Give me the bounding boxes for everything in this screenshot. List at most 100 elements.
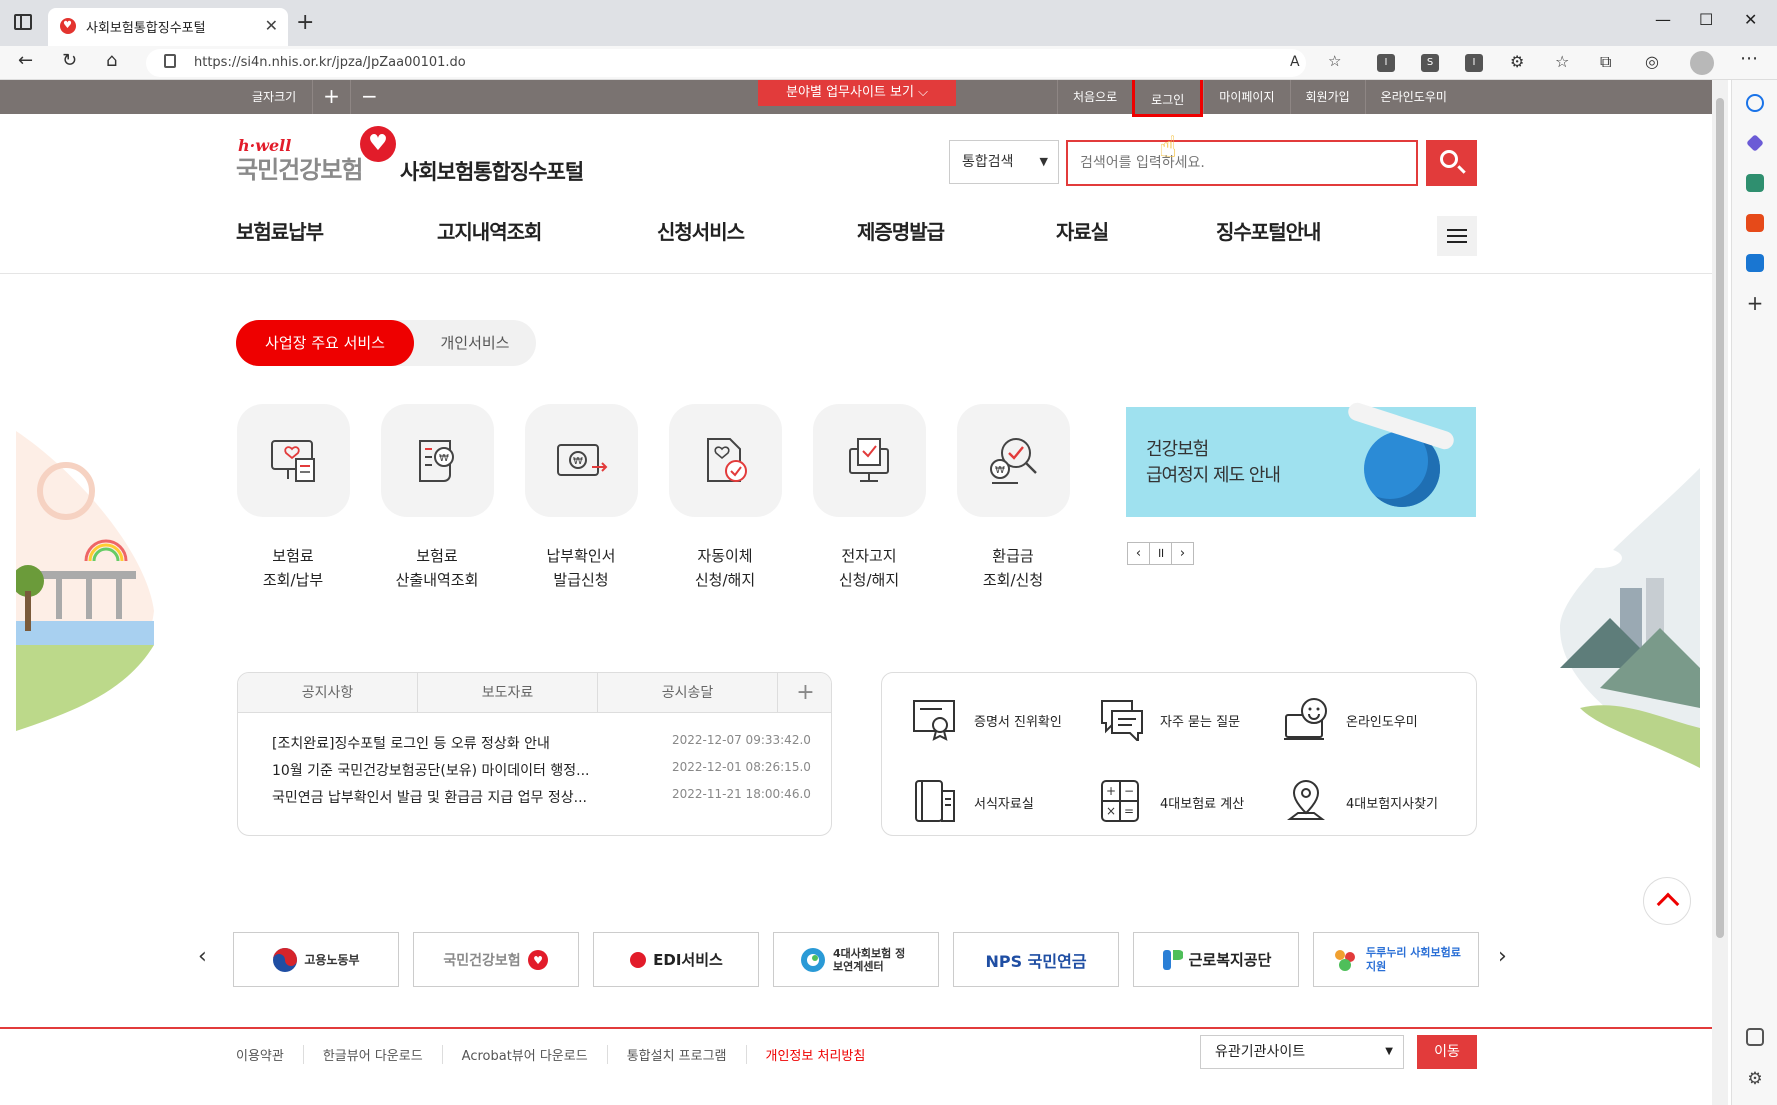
refresh-icon[interactable]: ↻	[62, 50, 77, 71]
org-link[interactable]: 국민건강보험 ♥	[413, 932, 579, 987]
copilot-sidebar-icon[interactable]	[1746, 134, 1764, 152]
extension-s-icon[interactable]: S	[1421, 54, 1439, 72]
search-button[interactable]	[1426, 140, 1477, 186]
site-logo[interactable]: h·well 국민건강보험 ♥ 사회보험통합징수포털	[236, 126, 636, 196]
sidebar-layout-icon[interactable]	[1746, 1028, 1764, 1046]
settings-gear-icon[interactable]: ⚙	[1746, 1070, 1764, 1088]
service-payment-certificate[interactable]: ₩	[525, 404, 638, 517]
lock-icon[interactable]	[164, 54, 176, 68]
org-link[interactable]: 근로복지공단	[1133, 932, 1299, 987]
service-label[interactable]: 보험료 조회/납부	[223, 544, 363, 592]
notice-row[interactable]: [조치완료]징수포털 로그인 등 오류 정상화 안내 2022-12-07 09…	[272, 733, 812, 755]
hwp-viewer-link[interactable]: 한글뷰어 다운로드	[323, 1045, 443, 1064]
notice-title[interactable]: 국민연금 납부확인서 발급 및 환급금 지급 업무 정상...	[272, 787, 637, 807]
related-sites-select[interactable]: 유관기관사이트 ▼	[1200, 1035, 1404, 1069]
quick-branch-finder[interactable]: 4대보험지사찾기	[1284, 779, 1464, 823]
tab-notices[interactable]: 공지사항	[238, 673, 418, 713]
acrobat-viewer-link[interactable]: Acrobat뷰어 다운로드	[462, 1045, 608, 1064]
gnb-certificates[interactable]: 제증명발급	[857, 216, 945, 245]
quick-faq[interactable]: 자주 묻는 질문	[1098, 697, 1278, 741]
scroll-top-button[interactable]	[1643, 877, 1691, 925]
install-program-link[interactable]: 통합설치 프로그램	[627, 1045, 747, 1064]
back-icon[interactable]: ←	[18, 50, 33, 71]
office-sidebar-icon[interactable]	[1746, 214, 1764, 232]
scrollbar[interactable]	[1712, 80, 1728, 1105]
service-auto-transfer[interactable]	[669, 404, 782, 517]
font-increase-button[interactable]: +	[312, 80, 350, 114]
search-scope-select[interactable]: 통합검색 ▼	[949, 140, 1059, 184]
quick-online-helper[interactable]: 온라인도우미	[1284, 697, 1464, 741]
service-label[interactable]: 전자고지 신청/해지	[799, 544, 939, 592]
tab-personal-services[interactable]: 개인서비스	[414, 320, 536, 366]
collections-icon[interactable]: ⧉	[1600, 52, 1611, 72]
terms-link[interactable]: 이용약관	[236, 1045, 304, 1064]
tab-close-icon[interactable]: ✕	[265, 16, 278, 35]
org-link[interactable]: 두루누리 사회보험료 지원	[1313, 932, 1479, 987]
tab-public-notice[interactable]: 공시송달	[598, 673, 778, 713]
home-link[interactable]: 처음으로	[1057, 80, 1132, 114]
gnb-premium-payment[interactable]: 보험료납부	[236, 216, 324, 245]
org-link[interactable]: 고용노동부	[233, 932, 399, 987]
notice-title[interactable]: [조치완료]징수포털 로그인 등 오류 정상화 안내	[272, 733, 637, 753]
gnb-library[interactable]: 자료실	[1056, 216, 1109, 245]
font-decrease-button[interactable]: −	[349, 80, 388, 114]
add-favorite-icon[interactable]: ☆	[1328, 52, 1341, 70]
org-link[interactable]: NPS 국민연금	[953, 932, 1119, 987]
new-tab-icon[interactable]: +	[296, 10, 314, 35]
service-e-notice[interactable]	[813, 404, 926, 517]
url-text[interactable]: https://si4n.nhis.or.kr/jpza/JpZaa00101.…	[194, 55, 466, 70]
profile-avatar[interactable]	[1690, 51, 1714, 75]
banner-prev-button[interactable]: ‹	[1127, 542, 1150, 565]
gnb-portal-guide[interactable]: 징수포털안내	[1216, 216, 1321, 245]
signup-link[interactable]: 회원가입	[1289, 80, 1365, 114]
tab-business-services[interactable]: 사업장 주요 서비스	[236, 320, 414, 366]
online-helper-link[interactable]: 온라인도우미	[1364, 80, 1462, 114]
home-icon[interactable]: ⌂	[106, 50, 117, 71]
org-next-button[interactable]: ›	[1498, 944, 1507, 969]
more-menu-icon[interactable]: ⋯	[1740, 48, 1758, 69]
outlook-sidebar-icon[interactable]	[1746, 254, 1764, 272]
search-sidebar-icon[interactable]	[1746, 94, 1764, 112]
login-link[interactable]: 로그인	[1132, 80, 1204, 117]
tab-actions-icon[interactable]	[14, 14, 32, 30]
window-close-icon[interactable]: ✕	[1744, 10, 1757, 29]
read-aloud-icon[interactable]: A	[1290, 54, 1300, 70]
service-refund[interactable]: ₩	[957, 404, 1070, 517]
gnb-application[interactable]: 신청서비스	[657, 216, 745, 245]
service-label[interactable]: 납부확인서 발급신청	[511, 544, 651, 592]
banner-pause-button[interactable]: ॥	[1149, 542, 1172, 565]
service-label[interactable]: 자동이체 신청/해지	[655, 544, 795, 592]
url-field[interactable]: https://si4n.nhis.or.kr/jpza/JpZaa00101.…	[146, 49, 1306, 77]
org-link[interactable]: EDI서비스	[593, 932, 759, 987]
gnb-notice-lookup[interactable]: 고지내역조회	[437, 216, 542, 245]
notice-row[interactable]: 국민연금 납부확인서 발급 및 환급금 지급 업무 정상... 2022-11-…	[272, 787, 812, 809]
promo-banner[interactable]: 건강보험 급여정지 제도 안내	[1126, 400, 1476, 517]
add-sidebar-icon[interactable]: +	[1746, 293, 1764, 313]
copilot-icon[interactable]: ◎	[1645, 52, 1659, 71]
quick-certificate-verify[interactable]: 증명서 진위확인	[912, 697, 1092, 741]
hamburger-menu-icon[interactable]	[1437, 216, 1477, 256]
service-label[interactable]: 환급금 조회/신청	[943, 544, 1083, 592]
service-premium-payment[interactable]	[237, 404, 350, 517]
extensions-icon[interactable]: ⚙	[1510, 52, 1524, 71]
browser-tab[interactable]: 사회보험통합징수포털 ✕	[48, 8, 288, 46]
service-calculation-lookup[interactable]: ₩	[381, 404, 494, 517]
scrollbar-thumb[interactable]	[1716, 98, 1724, 938]
quick-forms-library[interactable]: 서식자료실	[912, 779, 1092, 823]
extension-1-icon[interactable]: I	[1377, 54, 1395, 72]
banner-next-button[interactable]: ›	[1171, 542, 1194, 565]
notice-row[interactable]: 10월 기준 국민건강보험공단(보유) 마이데이터 행정... 2022-12-…	[272, 760, 812, 782]
search-input[interactable]	[1066, 140, 1418, 186]
privacy-policy-link[interactable]: 개인정보 처리방침	[766, 1045, 885, 1064]
org-prev-button[interactable]: ‹	[198, 944, 207, 969]
tools-sidebar-icon[interactable]	[1746, 174, 1764, 192]
mypage-link[interactable]: 마이페이지	[1203, 80, 1289, 114]
tab-press[interactable]: 보도자료	[418, 673, 598, 713]
go-button[interactable]: 이동	[1417, 1035, 1477, 1069]
extension-2-icon[interactable]: I	[1465, 54, 1483, 72]
org-link[interactable]: 4대사회보험 정보연계센터	[773, 932, 939, 987]
notice-more-button[interactable]: +	[778, 673, 831, 713]
maximize-icon[interactable]: ☐	[1699, 10, 1713, 29]
quick-premium-calculator[interactable]: + − × = 4대보험료 계산	[1098, 779, 1278, 823]
field-site-dropdown[interactable]: 분야별 업무사이트 보기 ⌵	[758, 80, 956, 106]
